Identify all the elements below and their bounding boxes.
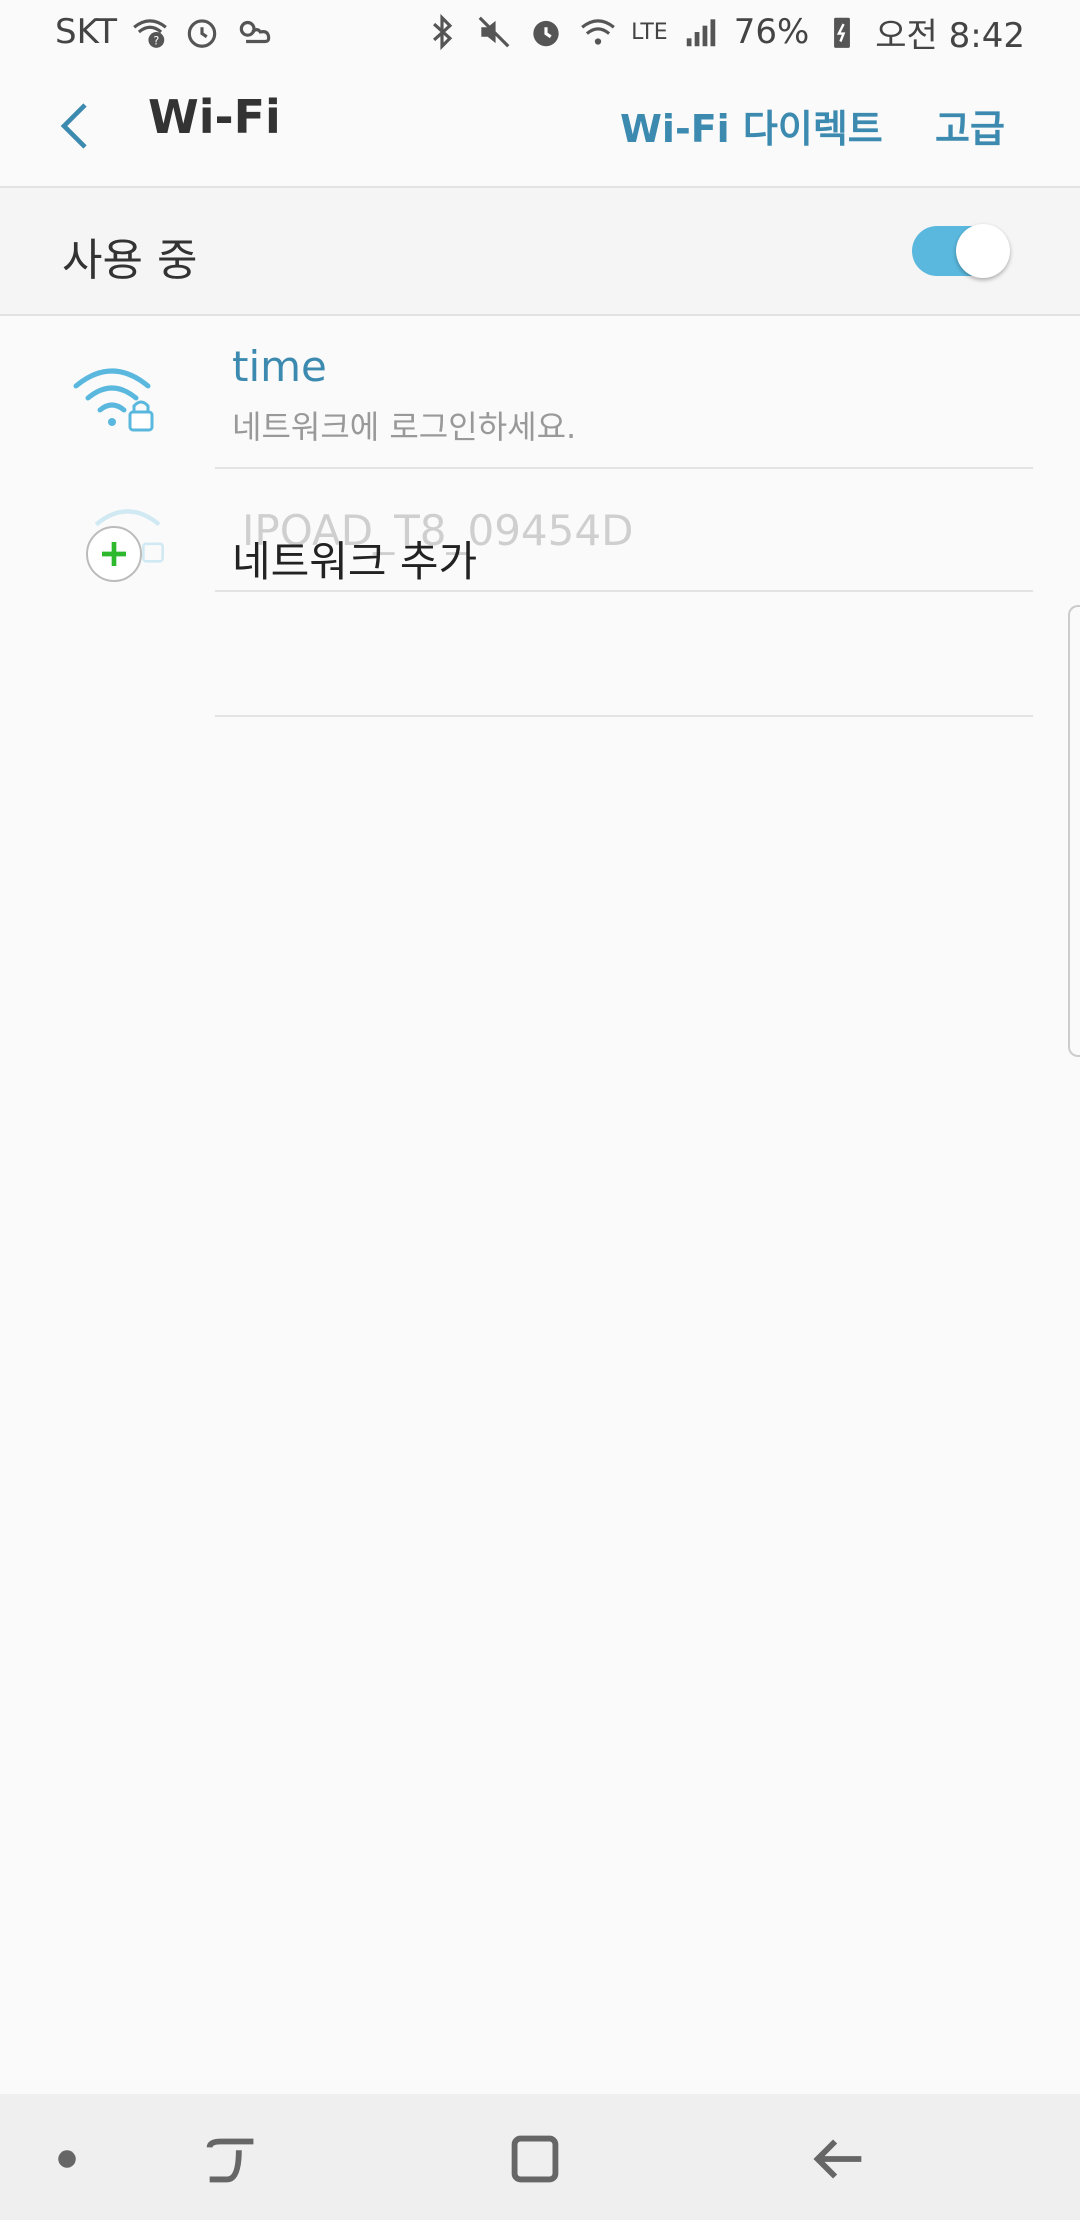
add-network-item[interactable]: 네트워크 추가 [0,468,1080,590]
weather-icon [239,20,271,44]
master-switch-label: 사용 중 [62,235,198,286]
divider [0,314,1080,316]
recent-apps-icon[interactable] [198,2124,268,2194]
network-name: time [232,342,327,391]
wifi-question-icon: ? [133,19,167,48]
list-divider [215,715,1033,717]
signal-icon [686,19,715,47]
alarm-clock-icon [533,20,559,47]
plus-icon [102,542,126,566]
carrier-label: SKT [55,12,118,52]
battery-icon [834,17,851,48]
add-network-button[interactable] [86,526,142,582]
network-status: 네트워크에 로그인하세요. [232,408,577,446]
status-right: LTE 76% 오전 8:42 [423,8,1025,57]
wifi-master-switch-row[interactable]: 사용 중 [0,188,1080,314]
list-divider [215,590,1033,592]
wifi-secured-icon [73,368,154,432]
toggle-knob [956,224,1010,278]
add-network-label: 네트워크 추가 [232,537,478,586]
app-bar: Wi-Fi Wi-Fi 다이렉트 고급 [0,64,1080,186]
wifi-direct-button[interactable]: Wi-Fi 다이렉트 [620,98,883,153]
back-arrow-icon[interactable] [50,98,106,154]
home-icon[interactable] [500,2124,570,2194]
mute-icon [478,16,510,48]
battery-percent: 76% [733,12,810,52]
network-item-time[interactable]: time 네트워크에 로그인하세요. [0,318,1080,446]
navigation-bar [0,2094,1080,2220]
svg-text:?: ? [153,35,159,48]
back-icon[interactable] [803,2124,873,2194]
status-bar: SKT ? LTE 76% 오전 8:42 [0,0,1080,64]
edge-panel-handle[interactable] [1068,605,1080,1057]
status-left: SKT ? [55,12,273,52]
alarm-icon [187,19,217,48]
page-title: Wi-Fi [148,90,281,144]
bluetooth-icon [433,13,453,51]
advanced-button[interactable]: 고급 [935,98,1005,153]
wifi-toggle[interactable] [912,224,1010,278]
network-type: LTE [631,19,668,45]
clock: 오전 8:42 [875,15,1025,56]
dot-icon[interactable] [32,2124,102,2194]
wifi-icon [581,19,615,45]
